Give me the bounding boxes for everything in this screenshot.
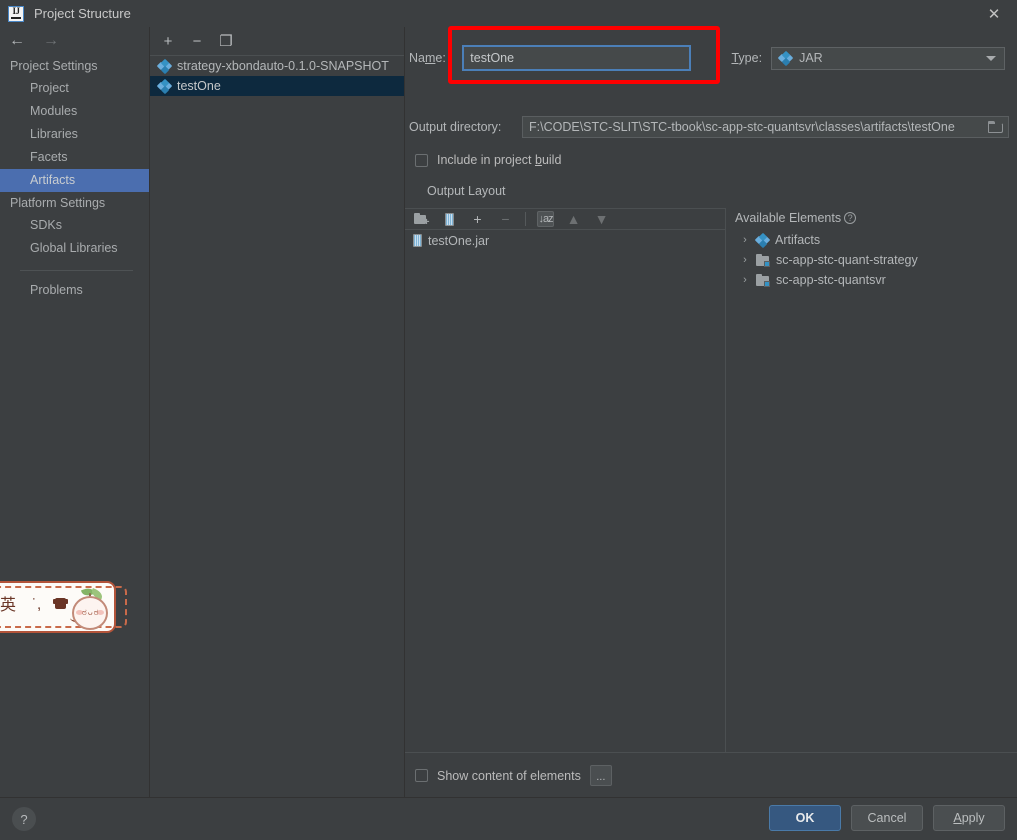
back-arrow-icon[interactable]: ←	[9, 33, 25, 49]
show-content-label: Show content of elements	[437, 768, 581, 783]
copy-artifact-button[interactable]: ❐	[218, 33, 234, 49]
tree-row-label: testOne.jar	[428, 233, 490, 248]
sidebar-item-project[interactable]: Project	[0, 77, 149, 100]
available-element-label: sc-app-stc-quantsvr	[776, 273, 886, 287]
sidebar-item-modules[interactable]: Modules	[0, 100, 149, 123]
sidebar-item-facets[interactable]: Facets	[0, 146, 149, 169]
available-elements-title: Available Elements	[735, 211, 842, 225]
module-icon	[756, 273, 770, 287]
ime-toolbar[interactable]: 英 ˙, ಠᴗಠ	[0, 581, 132, 633]
chevron-right-icon[interactable]: ›	[740, 274, 750, 286]
list-item-label: testOne	[177, 79, 221, 93]
sidebar-group-project-settings: Project Settings	[10, 59, 98, 73]
sort-elements-button[interactable]: ↓az	[537, 211, 554, 227]
ime-punctuation-toggle[interactable]: ˙,	[32, 595, 41, 615]
include-in-build-checkbox[interactable]	[415, 153, 428, 167]
output-directory-row: Output directory: F:\CODE\STC-SLIT\STC-t…	[405, 116, 1009, 138]
sidebar-item-problems[interactable]: Problems	[0, 279, 149, 302]
help-icon[interactable]: ?	[844, 212, 857, 224]
folder-icon[interactable]	[988, 120, 1004, 134]
available-elements-header: Available Elements ?	[726, 208, 1017, 230]
chevron-right-icon[interactable]: ›	[740, 234, 750, 246]
jar-icon	[413, 234, 422, 247]
sidebar-divider	[20, 270, 133, 271]
available-element-label: sc-app-stc-quant-strategy	[776, 253, 918, 267]
sidebar-item-global-libraries[interactable]: Global Libraries	[0, 237, 149, 260]
ok-button[interactable]: OK	[769, 805, 841, 831]
available-element-row[interactable]: › Artifacts	[726, 230, 1017, 250]
list-item-label: strategy-xbondauto-0.1.0-SNAPSHOT	[177, 59, 389, 73]
move-up-button: ▲	[566, 211, 581, 227]
available-element-row[interactable]: › sc-app-stc-quant-strategy	[726, 250, 1017, 270]
settings-sidebar: ← → Project Settings Project Modules Lib…	[0, 27, 150, 798]
show-content-checkbox[interactable]	[415, 769, 428, 782]
cancel-button[interactable]: Cancel	[851, 805, 923, 831]
move-down-button: ▼	[594, 211, 609, 227]
dialog-action-buttons: OK Cancel Apply	[769, 805, 1005, 831]
output-directory-label: Output directory:	[409, 120, 502, 134]
nav-history-controls: ← →	[0, 27, 149, 55]
type-dropdown-value: JAR	[799, 51, 823, 65]
include-in-build-row[interactable]: Include in project build	[415, 153, 561, 167]
sidebar-group-platform-settings: Platform Settings	[10, 196, 106, 210]
artifacts-list-toolbar: + − ❐	[150, 27, 404, 56]
new-folder-icon: +	[413, 212, 430, 228]
output-layout-tree[interactable]: testOne.jar	[405, 231, 725, 753]
window-title: Project Structure	[34, 6, 131, 21]
artifacts-list-panel: + − ❐ strategy-xbondauto-0.1.0-SNAPSHOT …	[150, 27, 405, 798]
name-input[interactable]	[462, 45, 692, 71]
output-directory-input[interactable]: F:\CODE\STC-SLIT\STC-tbook\sc-app-stc-qu…	[522, 116, 1009, 138]
add-artifact-button[interactable]: +	[160, 33, 176, 49]
help-icon[interactable]: ?	[12, 807, 36, 831]
type-dropdown[interactable]: JAR	[771, 46, 1005, 70]
chevron-right-icon[interactable]: ›	[740, 254, 750, 266]
more-options-button[interactable]: ...	[589, 765, 612, 786]
artifact-icon	[777, 50, 794, 66]
output-layout-toolbar: + + − ↓az ▲ ▼	[405, 208, 725, 230]
ime-mascot-face: ಠᴗಠ	[82, 607, 100, 617]
remove-element-button: −	[501, 211, 510, 227]
forward-arrow-icon: →	[43, 32, 59, 49]
close-icon[interactable]: ✕	[971, 0, 1017, 27]
intellij-idea-icon	[8, 5, 24, 22]
module-icon	[756, 253, 770, 267]
list-item[interactable]: testOne	[150, 76, 404, 96]
list-item[interactable]: strategy-xbondauto-0.1.0-SNAPSHOT	[150, 56, 404, 76]
chevron-down-icon	[986, 55, 996, 61]
remove-artifact-button[interactable]: −	[189, 33, 205, 49]
output-directory-value: F:\CODE\STC-SLIT\STC-tbook\sc-app-stc-qu…	[529, 120, 955, 134]
name-label: Name:	[409, 51, 446, 65]
output-layout-label: Output Layout	[427, 184, 506, 198]
available-elements-panel: Available Elements ? › Artifacts › sc-ap…	[726, 208, 1017, 753]
type-label: Type:	[731, 51, 763, 65]
dialog-footer: ? OK Cancel Apply	[0, 797, 1017, 840]
artifact-icon	[156, 58, 173, 74]
artifact-detail-panel: Name: Type: JAR Output directory: F:\COD…	[405, 27, 1017, 798]
window-titlebar: Project Structure ✕	[0, 0, 1017, 28]
available-element-label: Artifacts	[775, 233, 821, 247]
create-directory-button[interactable]: +	[413, 211, 430, 228]
dialog-body: ← → Project Settings Project Modules Lib…	[0, 27, 1017, 798]
artifact-icon	[156, 78, 173, 94]
create-archive-button[interactable]	[441, 211, 458, 227]
sidebar-item-artifacts[interactable]: Artifacts	[0, 169, 149, 192]
include-in-build-label: Include in project build	[437, 153, 562, 167]
jar-icon	[445, 212, 454, 226]
ime-mascot-icon[interactable]: ಠᴗಠ	[66, 586, 112, 632]
sidebar-item-sdks[interactable]: SDKs	[0, 214, 149, 237]
name-type-row: Name: Type: JAR	[405, 44, 1005, 72]
tree-row[interactable]: testOne.jar	[405, 231, 725, 250]
detail-bottom-bar: Show content of elements ...	[405, 752, 1017, 798]
add-copy-of-button[interactable]: +	[469, 211, 486, 227]
available-element-row[interactable]: › sc-app-stc-quantsvr	[726, 270, 1017, 290]
sidebar-item-libraries[interactable]: Libraries	[0, 123, 149, 146]
artifact-icon	[754, 232, 771, 248]
apply-button[interactable]: Apply	[933, 805, 1005, 831]
ime-mode-label[interactable]: 英	[0, 595, 16, 615]
toolbar-divider	[525, 212, 526, 226]
